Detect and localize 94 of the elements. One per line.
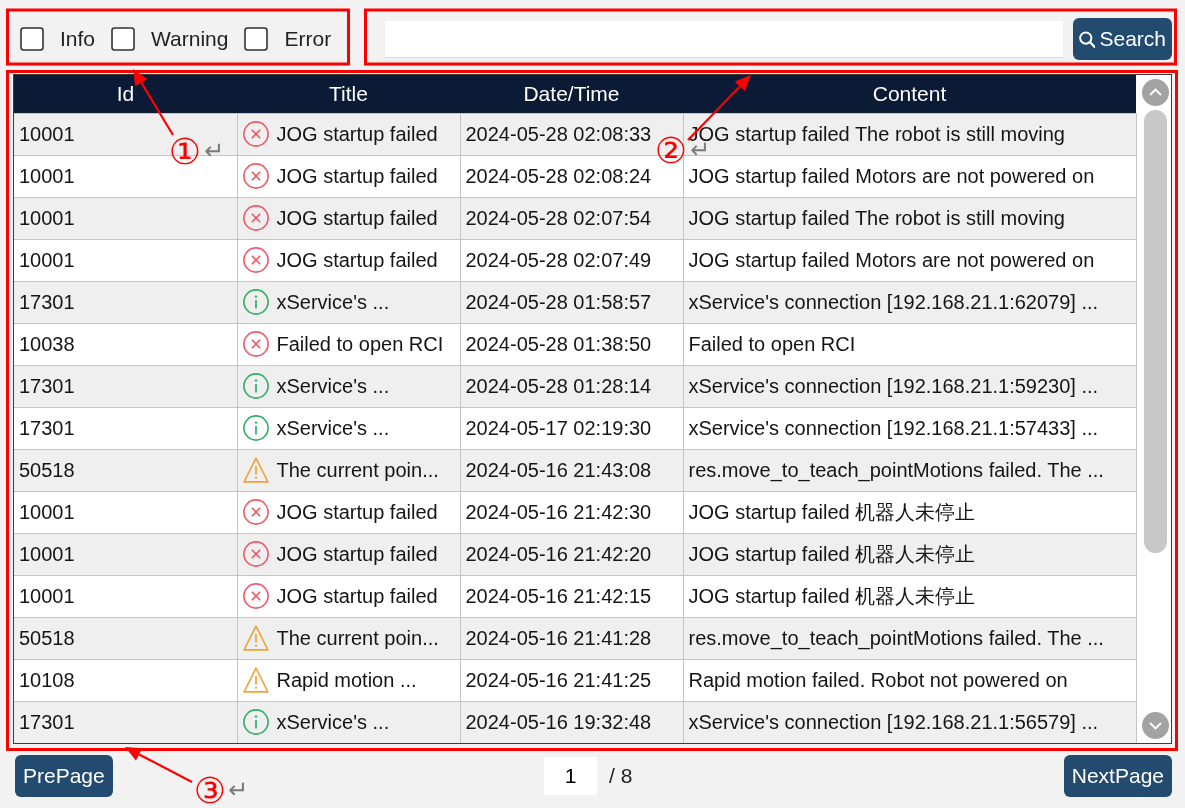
table-cell: 17301 (14, 701, 237, 743)
table-cell: 10001 (14, 197, 237, 239)
warning-icon (242, 457, 269, 483)
table-cell: 10001 (14, 533, 237, 575)
title-text: Rapid motion ... (276, 668, 417, 692)
search-button[interactable]: Search (1073, 18, 1172, 60)
table-cell: 10038 (14, 323, 237, 365)
title-text: JOG startup failed (276, 122, 438, 146)
title-text: Failed to open RCI (276, 332, 444, 356)
table-cell: xService's connection [192.168.21.1:57433] ... (683, 407, 1136, 449)
search-field[interactable] (385, 20, 1063, 58)
title-text: The current poin... (276, 458, 439, 482)
cross-circle-icon (242, 163, 269, 189)
table-cell: 2024-05-17 02:19:30 (460, 407, 683, 449)
previous-page-button[interactable]: PrePage (15, 755, 113, 797)
title-text: xService's ... (276, 416, 390, 440)
table-cell: 2024-05-16 21:43:08 (460, 449, 683, 491)
table-cell: 10001 (14, 575, 237, 617)
page-total: / 8 (609, 763, 633, 790)
title-text: xService's ... (276, 374, 390, 398)
table-cell: 10001 (14, 239, 237, 281)
table-cell: res.move_to_teach_pointMotions failed. The ... (683, 449, 1136, 491)
table-cell: 2024-05-16 21:42:30 (460, 491, 683, 533)
column-header: Id (14, 75, 237, 113)
cross-circle-icon (242, 541, 269, 567)
callout-number: ③ (193, 773, 227, 808)
cross-circle-icon (242, 331, 269, 357)
table-cell: xService's connection [192.168.21.1:59230] ... (683, 365, 1136, 407)
info-icon (242, 709, 269, 736)
title-text: JOG startup failed (276, 584, 438, 608)
table-cell: 50518 (14, 617, 237, 659)
checkbox[interactable] (244, 27, 269, 51)
table-cell: 2024-05-16 21:42:15 (460, 575, 683, 617)
table-cell: Failed to open RCI (683, 323, 1136, 365)
table-cell: 50518 (14, 449, 237, 491)
table-cell: JOG startup failed 机器人未停止 (683, 491, 1136, 533)
checkbox-label: Info (60, 26, 96, 52)
next-page-button[interactable]: NextPage (1063, 755, 1172, 797)
table-cell: 2024-05-28 02:07:54 (460, 197, 683, 239)
page-input[interactable]: 1 (544, 757, 598, 795)
callout-arrow (133, 69, 174, 136)
title-text: JOG startup failed (276, 248, 438, 272)
table-cell: 17301 (14, 407, 237, 449)
checkbox-label: Error (284, 26, 332, 52)
callout-arrow (125, 747, 193, 783)
return-mark: ↵ (227, 778, 249, 802)
table-cell: Rapid motion failed. Robot not powered on (683, 659, 1136, 701)
title-text: xService's ... (276, 710, 390, 735)
title-text: JOG startup failed (276, 500, 438, 524)
table-cell: 2024-05-16 19:32:48 (460, 701, 683, 743)
checkbox-label: Warning (151, 26, 229, 52)
table-cell: JOG startup failed Motors are not powered on (683, 239, 1136, 281)
title-text: JOG startup failed (276, 164, 438, 188)
info-icon (242, 415, 269, 441)
table-cell: res.move_to_teach_pointMotions failed. The ... (683, 617, 1136, 659)
table-cell: 10001 (14, 491, 237, 533)
title-text: JOG startup failed (276, 542, 438, 566)
search-icon (1079, 30, 1096, 48)
table-cell: 2024-05-16 21:41:25 (460, 659, 683, 701)
table-cell: 2024-05-28 01:38:50 (460, 323, 683, 365)
table-cell: xService's connection [192.168.21.1:56579] ... (683, 701, 1136, 743)
table-cell: JOG startup failed 机器人未停止 (683, 575, 1136, 617)
cross-circle-icon (242, 205, 269, 231)
cross-circle-icon (242, 121, 269, 147)
table-cell: 2024-05-28 01:58:57 (460, 281, 683, 323)
table-cell: JOG startup failed 机器人未停止 (683, 533, 1136, 575)
warning-icon (242, 625, 269, 651)
title-text: xService's ... (276, 290, 390, 314)
info-icon (242, 289, 269, 315)
table-cell: 17301 (14, 281, 237, 323)
cross-circle-icon (242, 499, 269, 525)
info-icon (242, 373, 269, 399)
scroll-up-icon[interactable] (1141, 79, 1169, 106)
table-cell: 2024-05-16 21:41:28 (460, 617, 683, 659)
table-cell: 2024-05-28 02:07:49 (460, 239, 683, 281)
title-text: The current poin... (276, 626, 439, 650)
checkbox[interactable] (20, 27, 44, 51)
cross-circle-icon (242, 247, 269, 273)
table-cell: JOG startup failed Motors are not powered on (683, 155, 1136, 197)
table-cell: JOG startup failed The robot is still moving (683, 197, 1136, 239)
scrollbar-thumb[interactable] (1143, 110, 1167, 553)
table-cell: 2024-05-28 01:28:14 (460, 365, 683, 407)
table-cell: xService's connection [192.168.21.1:62079] ... (683, 281, 1136, 323)
table-cell: 2024-05-16 21:42:20 (460, 533, 683, 575)
warning-icon (242, 667, 269, 693)
table-cell: 17301 (14, 365, 237, 407)
title-text: JOG startup failed (276, 206, 438, 230)
cross-circle-icon (242, 583, 269, 609)
column-header: Date/Time (460, 75, 683, 113)
scroll-down-icon[interactable] (1141, 712, 1169, 739)
column-header: Title (237, 75, 460, 113)
column-header: Content (683, 75, 1136, 113)
checkbox[interactable] (111, 27, 136, 51)
table-cell: 10108 (14, 659, 237, 701)
